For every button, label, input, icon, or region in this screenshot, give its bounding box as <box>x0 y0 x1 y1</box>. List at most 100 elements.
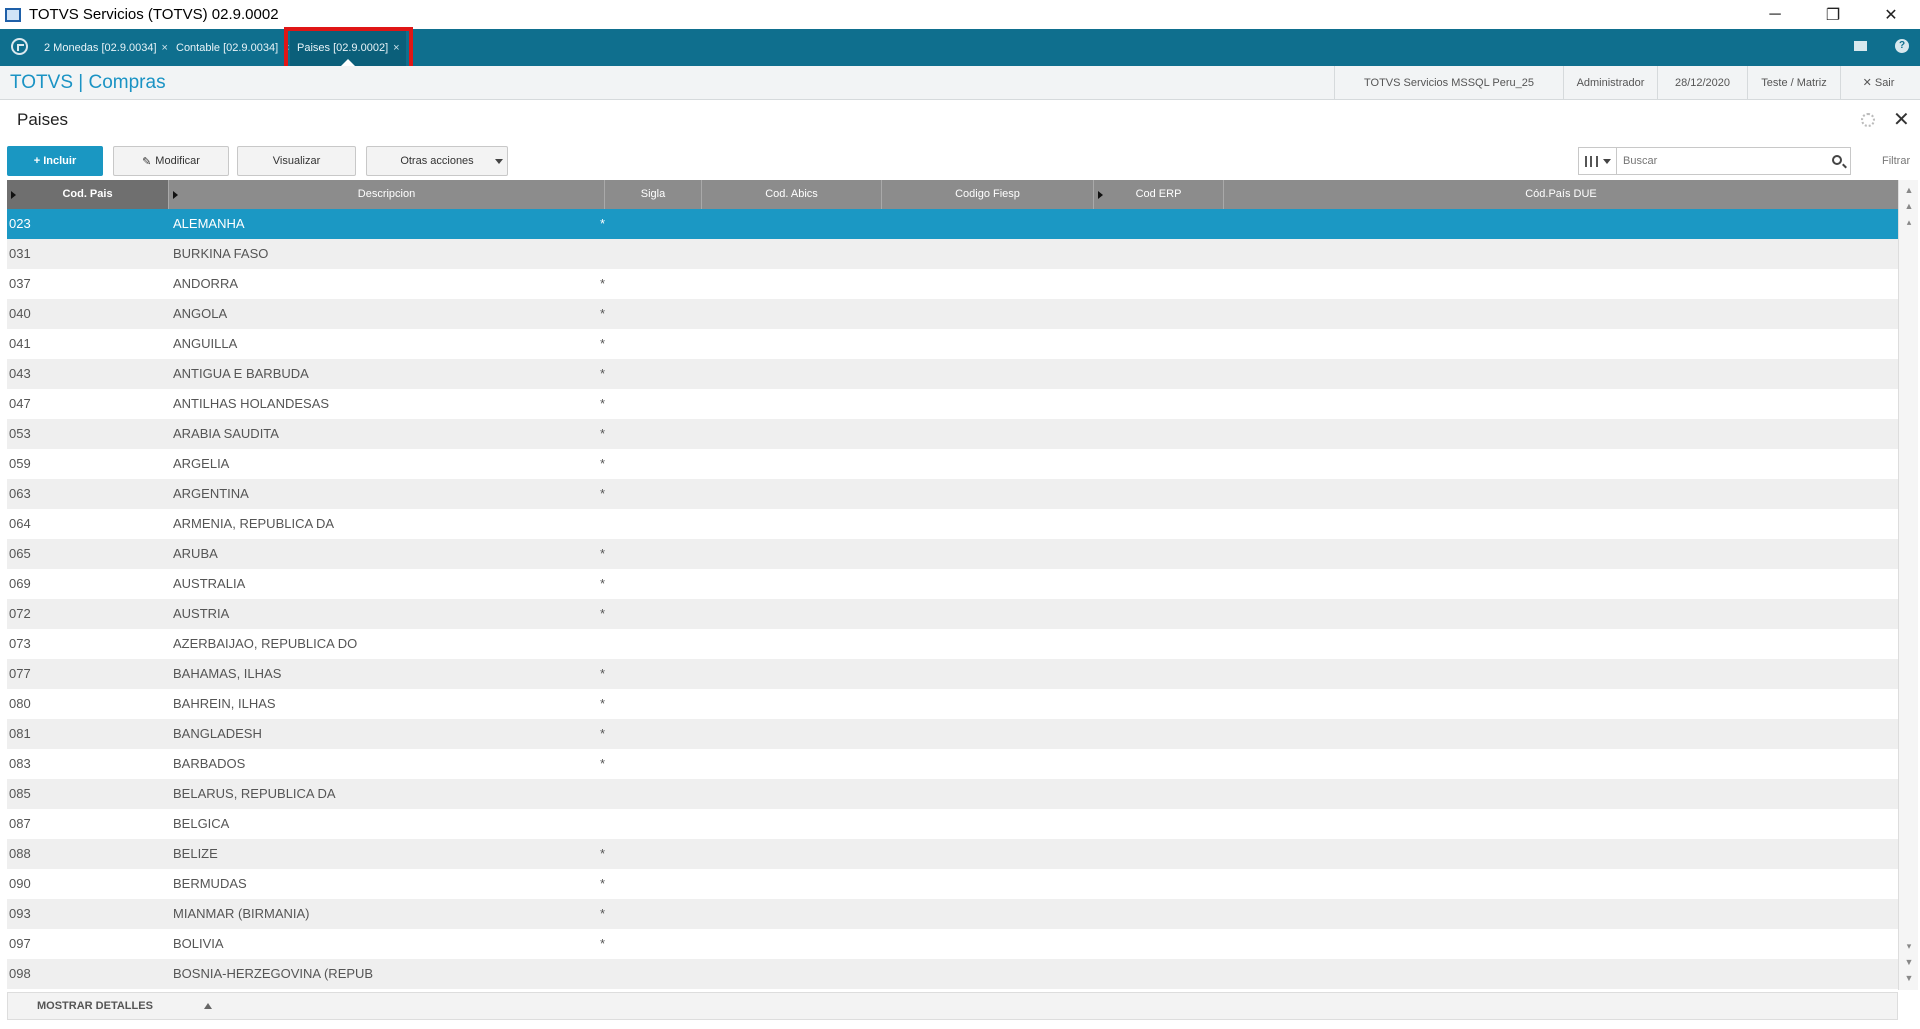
cell-sigla: * <box>600 396 606 411</box>
date-label[interactable]: 28/12/2020 <box>1657 66 1747 100</box>
close-window-button[interactable]: ✕ <box>1862 0 1920 29</box>
tab-close-icon[interactable]: × <box>162 42 168 54</box>
cell-code: 041 <box>9 336 31 351</box>
cell-sigla: * <box>600 846 606 861</box>
table-row[interactable]: 043 ANTIGUA E BARBUDA * <box>7 359 1898 389</box>
cell-description: BELIZE <box>173 846 218 861</box>
cell-description: AUSTRALIA <box>173 576 246 591</box>
table-row[interactable]: 073 AZERBAIJAO, REPUBLICA DO <box>7 629 1898 659</box>
column-header[interactable]: Sigla <box>605 180 702 209</box>
scroll-top-icon[interactable]: ▲ <box>1903 184 1915 196</box>
table-row[interactable]: 040 ANGOLA * <box>7 299 1898 329</box>
minimize-button[interactable]: ─ <box>1746 0 1804 29</box>
tab-monedas[interactable]: 2 Monedas [02.9.0034] × <box>44 29 168 66</box>
help-icon[interactable]: ? <box>1895 39 1909 53</box>
pencil-icon: ✎ <box>142 155 152 168</box>
columns-selector[interactable] <box>1579 148 1617 174</box>
countries-grid: Cod. Pais Descripcion Sigla Cod. Abics C… <box>7 180 1898 990</box>
brand-title: TOTVS | Compras <box>10 72 166 93</box>
cell-code: 069 <box>9 576 31 591</box>
search-box <box>1578 147 1851 175</box>
cell-sigla: * <box>600 336 606 351</box>
cell-description: AZERBAIJAO, REPUBLICA DO <box>173 636 358 651</box>
table-row[interactable]: 031 BURKINA FASO <box>7 239 1898 269</box>
table-row[interactable]: 097 BOLIVIA * <box>7 929 1898 959</box>
table-row[interactable]: 085 BELARUS, REPUBLICA DA <box>7 779 1898 809</box>
cell-description: ANTIGUA E BARBUDA <box>173 366 309 381</box>
search-icon[interactable] <box>1832 155 1842 165</box>
table-row[interactable]: 041 ANGUILLA * <box>7 329 1898 359</box>
cell-description: BELGICA <box>173 816 230 831</box>
table-row[interactable]: 064 ARMENIA, REPUBLICA DA <box>7 509 1898 539</box>
scroll-page-down-icon[interactable]: ▼ <box>1903 956 1915 968</box>
view-button[interactable]: Visualizar <box>237 146 356 176</box>
cell-description: ANGOLA <box>173 306 228 321</box>
table-row[interactable]: 083 BARBADOS * <box>7 749 1898 779</box>
app-header: TOTVS | Compras TOTVS Servicios MSSQL Pe… <box>0 66 1920 100</box>
chevron-up-icon[interactable] <box>204 1003 212 1009</box>
tab-label: Contable [02.9.0034] <box>176 41 279 54</box>
vertical-scrollbar[interactable]: ▲ ▲ ▴ ▾ ▼ ▼ <box>1898 180 1918 990</box>
search-input[interactable] <box>1617 149 1817 173</box>
cell-sigla: * <box>600 546 606 561</box>
expand-arrow-icon <box>11 191 16 199</box>
cell-code: 043 <box>9 366 31 381</box>
other-actions-button[interactable]: Otras acciones <box>366 146 508 176</box>
company-label[interactable]: TOTVS Servicios MSSQL Peru_25 <box>1334 66 1563 100</box>
column-header[interactable]: Cod ERP <box>1094 180 1224 209</box>
cell-sigla: * <box>600 456 606 471</box>
table-row[interactable]: 053 ARABIA SAUDITA * <box>7 419 1898 449</box>
close-icon[interactable]: ✕ <box>1893 107 1910 132</box>
details-bar[interactable]: MOSTRAR DETALLES <box>7 992 1898 1020</box>
table-row[interactable]: 093 MIANMAR (BIRMANIA) * <box>7 899 1898 929</box>
table-row[interactable]: 087 BELGICA <box>7 809 1898 839</box>
table-row[interactable]: 047 ANTILHAS HOLANDESAS * <box>7 389 1898 419</box>
table-row[interactable]: 080 BAHREIN, ILHAS * <box>7 689 1898 719</box>
include-button[interactable]: + Incluir <box>7 146 103 176</box>
scroll-down-icon[interactable]: ▾ <box>1903 940 1915 952</box>
column-header[interactable]: Cód.País DUE <box>1224 180 1898 209</box>
column-header[interactable]: Codigo Fiesp <box>882 180 1094 209</box>
table-row[interactable]: 037 ANDORRA * <box>7 269 1898 299</box>
cell-code: 023 <box>9 216 31 231</box>
exit-button[interactable]: ✕ Sair <box>1840 66 1916 100</box>
scroll-bottom-icon[interactable]: ▼ <box>1903 972 1915 984</box>
column-header[interactable]: Cod. Pais <box>7 180 169 209</box>
mail-icon[interactable] <box>1854 41 1867 51</box>
cell-sigla <box>600 959 660 989</box>
column-header[interactable]: Cod. Abics <box>702 180 882 209</box>
branch-label[interactable]: Teste / Matriz <box>1747 66 1840 100</box>
maximize-button[interactable]: ❐ <box>1804 0 1862 29</box>
cell-sigla: * <box>600 876 606 891</box>
tab-contable[interactable]: Contable [02.9.0034] × <box>176 29 290 66</box>
page-title: Paises <box>17 110 69 129</box>
gear-icon[interactable] <box>1861 113 1875 127</box>
modify-button[interactable]: ✎ Modificar <box>113 146 229 176</box>
scroll-page-up-icon[interactable]: ▲ <box>1903 200 1915 212</box>
table-row[interactable]: 090 BERMUDAS * <box>7 869 1898 899</box>
cell-sigla: * <box>600 426 606 441</box>
cell-code: 088 <box>9 846 31 861</box>
filter-link[interactable]: Filtrar <box>1882 155 1910 167</box>
table-row[interactable]: 081 BANGLADESH * <box>7 719 1898 749</box>
table-row[interactable]: 069 AUSTRALIA * <box>7 569 1898 599</box>
table-row[interactable]: 065 ARUBA * <box>7 539 1898 569</box>
user-label[interactable]: Administrador <box>1563 66 1657 100</box>
table-row[interactable]: 072 AUSTRIA * <box>7 599 1898 629</box>
table-row[interactable]: 098 BOSNIA-HERZEGOVINA (REPUB <box>7 959 1898 989</box>
app-icon <box>5 7 21 22</box>
table-row[interactable]: 063 ARGENTINA * <box>7 479 1898 509</box>
column-header[interactable]: Descripcion <box>169 180 605 209</box>
table-row[interactable]: 088 BELIZE * <box>7 839 1898 869</box>
cell-description: BANGLADESH <box>173 726 262 741</box>
scroll-up-icon[interactable]: ▴ <box>1903 216 1915 228</box>
show-details-label[interactable]: MOSTRAR DETALLES <box>37 1000 153 1012</box>
cell-sigla <box>600 509 660 539</box>
table-row[interactable]: 077 BAHAMAS, ILHAS * <box>7 659 1898 689</box>
table-row[interactable]: 059 ARGELIA * <box>7 449 1898 479</box>
cell-sigla: * <box>600 606 606 621</box>
home-icon[interactable] <box>11 38 28 55</box>
table-row[interactable]: 023 ALEMANHA * <box>7 209 1898 239</box>
expand-arrow-icon <box>1098 191 1103 199</box>
cell-code: 080 <box>9 696 31 711</box>
